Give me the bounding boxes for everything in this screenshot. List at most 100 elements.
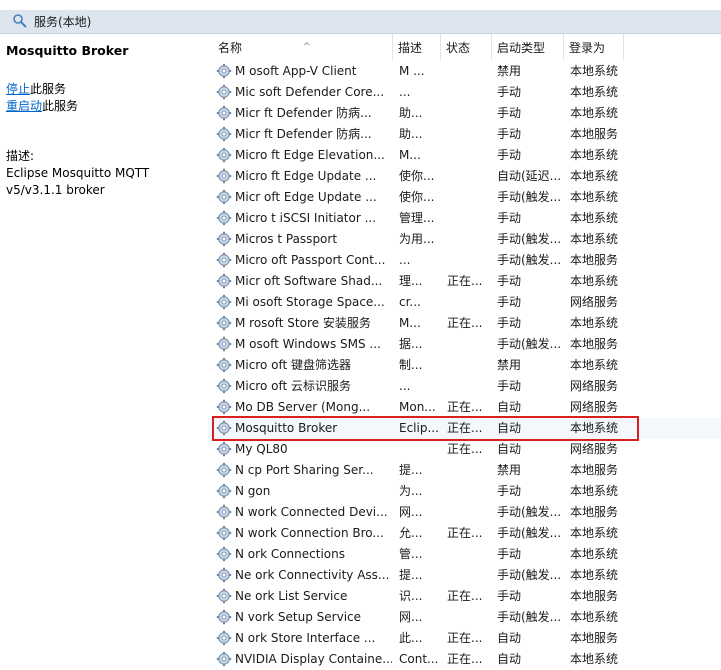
service-row[interactable]: Micro oft 云标识服务 ... 手动 网络服务	[208, 376, 721, 397]
gear-icon	[216, 105, 232, 121]
column-header-logon[interactable]: 登录为	[564, 34, 624, 60]
service-name: Mic soft Defender Core...	[235, 85, 385, 99]
service-row[interactable]: Mi osoft Storage Space... cr... 手动 网络服务	[208, 292, 721, 313]
gear-icon	[216, 567, 232, 583]
service-name: Micr ft Defender 防病...	[235, 106, 372, 120]
service-row[interactable]: N cp Port Sharing Ser... 提... 禁用 本地服务	[208, 460, 721, 481]
service-row[interactable]: Mic soft Defender Core... ... 手动 本地系统	[208, 82, 721, 103]
service-status	[447, 460, 491, 481]
service-startup-type: 手动(触发...	[497, 190, 562, 204]
service-status	[447, 250, 491, 271]
service-row[interactable]: Micro ft Edge Update ... 使你... 自动(延迟... 本地…	[208, 166, 721, 187]
service-startup-type: 手动	[497, 148, 522, 162]
service-status	[447, 502, 491, 523]
service-name: Micro t iSCSI Initiator ...	[235, 211, 377, 225]
service-desc: 制...	[399, 358, 423, 372]
service-row[interactable]: Mosquitto Broker Eclip... 正在... 自动 本地系统	[208, 416, 721, 441]
service-desc: cr...	[399, 295, 421, 309]
service-desc: 管理...	[399, 211, 435, 225]
service-desc: 为用...	[399, 232, 435, 246]
service-row[interactable]: Mo DB Server (Mong... Mon... 正在... 自动 网络服务	[208, 397, 721, 418]
service-row[interactable]: Micro oft Passport Cont... ... 手动(触发... 本地…	[208, 250, 721, 271]
service-row[interactable]: Ne ork List Service 识... 正在... 手动 本地服务	[208, 586, 721, 607]
service-status	[447, 565, 491, 586]
service-startup-type: 手动	[497, 106, 522, 120]
service-startup-type: 手动(触发...	[497, 253, 562, 267]
service-desc: 提...	[399, 463, 423, 477]
service-row[interactable]: M osoft Windows SMS ... 据... 手动(触发... 本地服务	[208, 334, 721, 355]
service-row[interactable]: My QL80 正在... 自动 网络服务	[208, 439, 721, 460]
service-logon: 本地系统	[570, 274, 619, 288]
service-row[interactable]: Micros t Passport 为用... 手动(触发... 本地系统	[208, 229, 721, 250]
service-startup-type: 手动(触发...	[497, 610, 562, 624]
service-logon: 本地服务	[570, 505, 619, 519]
service-logon: 网络服务	[570, 379, 619, 393]
column-header-status[interactable]: 状态	[441, 34, 492, 60]
service-row[interactable]: M osoft App-V Client M ... 禁用 本地系统	[208, 61, 721, 82]
service-row[interactable]: Micro t iSCSI Initiator ... 管理... 手动 本地系统	[208, 208, 721, 229]
service-name: Micro oft 键盘筛选器	[235, 358, 351, 372]
service-name: N ork Connections	[235, 547, 345, 561]
restart-link[interactable]: 重启动	[6, 99, 42, 113]
service-logon: 本地系统	[570, 610, 619, 624]
service-row[interactable]: Micr ft Defender 防病... 助... 手动 本地系统	[208, 103, 721, 124]
service-name: Micro ft Edge Update ...	[235, 169, 377, 183]
stop-link[interactable]: 停止	[6, 82, 30, 96]
service-desc: 使你...	[399, 169, 435, 183]
service-name: NVIDIA Display Containe...	[235, 652, 392, 666]
column-header-name[interactable]: 名称 ^	[213, 34, 393, 60]
service-startup-type: 手动	[497, 274, 522, 288]
gear-icon	[216, 315, 232, 331]
service-row[interactable]: N vork Setup Service 网... 手动(触发... 本地系统	[208, 607, 721, 628]
gear-icon	[216, 210, 232, 226]
service-logon: 本地系统	[570, 148, 619, 162]
service-row[interactable]: N work Connected Devi... 网... 手动(触发... 本地服…	[208, 502, 721, 523]
title-bar: 服务(本地)	[0, 0, 721, 34]
column-header-desc[interactable]: 描述	[393, 34, 441, 60]
service-row[interactable]: Micr oft Software Shad... 理... 正在... 手动 本地系…	[208, 271, 721, 292]
description-line-1: Eclipse Mosquitto MQTT	[6, 166, 150, 180]
service-row[interactable]: Micro oft 键盘筛选器 制... 禁用 本地系统	[208, 355, 721, 376]
service-detail-pane: Mosquitto Broker 停止此服务 重启动此服务 描述: Eclips…	[0, 34, 205, 661]
service-name: N gon	[235, 484, 271, 498]
service-row[interactable]: M rosoft Store 安装服务 M... 正在... 手动 本地系统	[208, 313, 721, 334]
gear-icon	[216, 441, 232, 457]
service-row[interactable]: NVIDIA Display Containe... Cont... 正在... 自动…	[208, 649, 721, 670]
service-desc: M...	[399, 148, 421, 162]
service-desc: 提...	[399, 568, 423, 582]
service-logon: 本地服务	[570, 589, 619, 603]
service-row[interactable]: Ne ork Connectivity Ass... 提... 手动(触发... 本…	[208, 565, 721, 586]
service-row[interactable]: Micr ft Defender 防病... 助... 手动 本地服务	[208, 124, 721, 145]
service-status	[447, 334, 491, 355]
gear-icon	[216, 126, 232, 142]
service-logon: 本地系统	[570, 211, 619, 225]
service-name: Ne ork Connectivity Ass...	[235, 568, 390, 582]
gear-icon	[216, 399, 232, 415]
service-desc: 识...	[399, 589, 423, 603]
service-startup-type: 手动	[497, 316, 522, 330]
service-row[interactable]: Micr oft Edge Update ... 使你... 手动(触发... 本地…	[208, 187, 721, 208]
gear-icon	[216, 483, 232, 499]
service-desc: Mon...	[399, 400, 436, 414]
service-status	[447, 61, 491, 82]
highlight-box	[212, 416, 639, 441]
service-row[interactable]: N ork Store Interface ... 此... 正在... 自动 本地服…	[208, 628, 721, 649]
service-row[interactable]: N gon 为... 手动 本地系统	[208, 481, 721, 502]
service-status	[447, 166, 491, 187]
service-status	[447, 145, 491, 166]
service-startup-type: 自动	[497, 631, 522, 645]
gear-icon	[216, 273, 232, 289]
restart-service-action: 重启动此服务	[6, 97, 78, 114]
service-logon: 本地系统	[570, 169, 619, 183]
service-status	[447, 355, 491, 376]
gear-icon	[216, 546, 232, 562]
service-row[interactable]: N work Connection Bro... 允... 正在... 手动(触发.…	[208, 523, 721, 544]
service-row[interactable]: N ork Connections 管... 手动 本地系统	[208, 544, 721, 565]
service-status	[447, 187, 491, 208]
service-status	[447, 292, 491, 313]
column-header-startup[interactable]: 启动类型	[492, 34, 564, 60]
service-desc: ...	[399, 379, 411, 393]
gear-icon	[216, 378, 232, 394]
service-logon: 本地系统	[570, 190, 619, 204]
service-row[interactable]: Micro ft Edge Elevation... M... 手动 本地系统	[208, 145, 721, 166]
